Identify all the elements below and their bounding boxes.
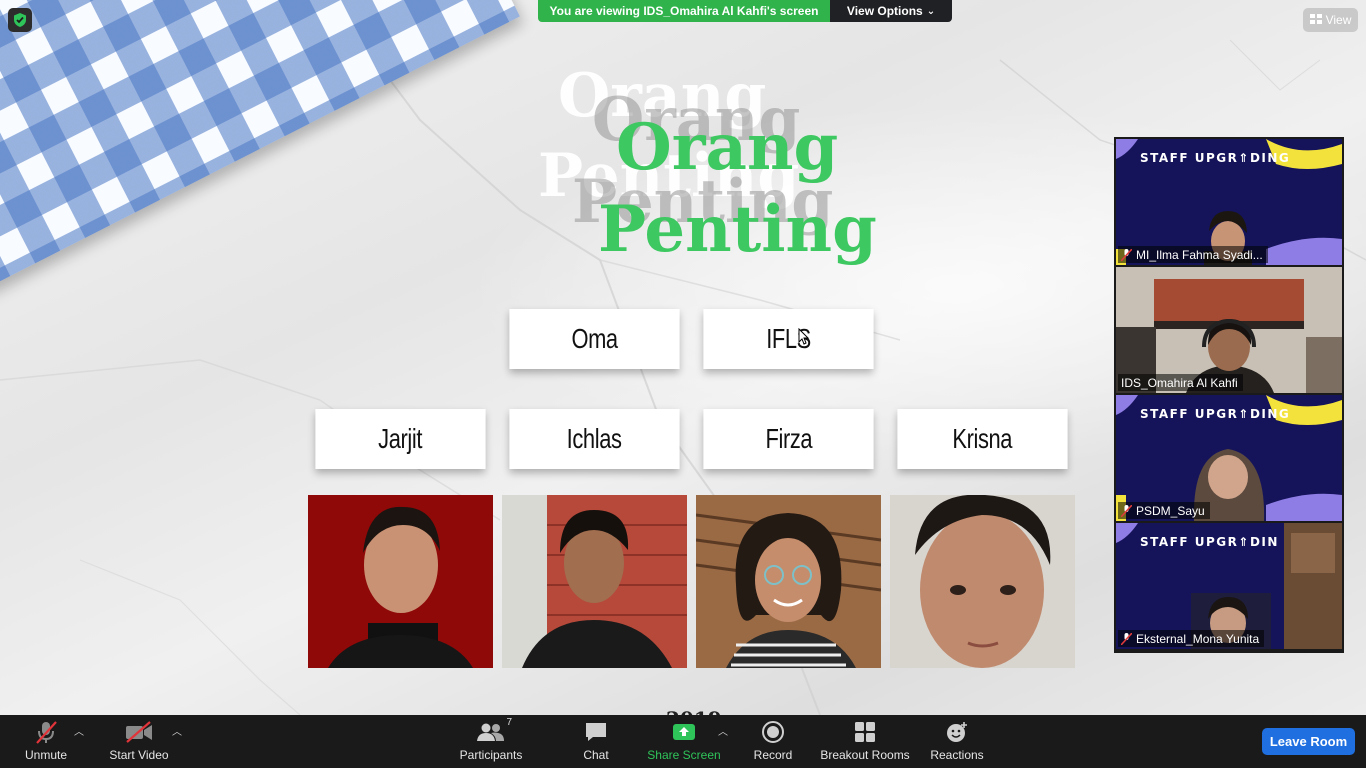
chat-button[interactable]: Chat <box>576 715 616 768</box>
name-card-ichlas: Ichlas <box>509 409 680 469</box>
slide-title-line2: Penting <box>598 192 877 267</box>
view-options-button[interactable]: View Options ⌄ <box>830 0 952 22</box>
photo-firza <box>696 495 881 668</box>
name-card-label: Jarjit <box>378 423 423 454</box>
participants-button[interactable]: 7 Participants <box>456 715 526 768</box>
security-shield-icon[interactable] <box>8 8 32 32</box>
name-card-label: Ichlas <box>567 423 622 454</box>
photo-jarjit <box>308 495 493 668</box>
participant-name: Eksternal_Mona Yunita <box>1136 631 1260 646</box>
name-card-krisna: Krisna <box>897 409 1068 469</box>
participants-count: 7 <box>506 717 512 728</box>
viewing-banner: You are viewing IDS_Omahira Al Kahfi's s… <box>538 0 952 22</box>
video-options-caret[interactable]: ︿ <box>172 723 182 738</box>
name-card-jarjit: Jarjit <box>315 409 486 469</box>
staff-upgrading-banner: STAFF UPGR⇑DING <box>1140 151 1291 165</box>
grid-view-icon <box>1309 13 1322 27</box>
record-icon <box>758 719 788 745</box>
year-text-partial: 2019 <box>666 707 722 715</box>
participant-name: PSDM_Sayu <box>1136 503 1205 518</box>
photo-krisna <box>890 495 1075 668</box>
view-layout-button[interactable]: View <box>1303 8 1358 32</box>
name-card-firza: Firza <box>703 409 874 469</box>
breakout-rooms-label: Breakout Rooms <box>820 748 910 762</box>
participant-name-tag: PSDM_Sayu <box>1118 502 1210 519</box>
participant-tile-mona[interactable]: STAFF UPGR⇑DIN Eksternal_Mona Yunita <box>1116 523 1342 649</box>
leave-room-button[interactable]: Leave Room <box>1262 728 1355 755</box>
record-button[interactable]: Record <box>750 715 796 768</box>
record-label: Record <box>753 748 793 762</box>
audio-options-caret[interactable]: ︿ <box>74 723 84 738</box>
staff-upgrading-banner: STAFF UPGR⇑DIN <box>1140 535 1279 549</box>
name-card-oma: Oma <box>509 309 680 369</box>
participants-label: Participants <box>459 748 523 762</box>
participant-name-tag: Eksternal_Mona Yunita <box>1118 630 1265 647</box>
mic-muted-icon <box>1120 247 1133 262</box>
share-screen-button[interactable]: Share Screen <box>646 715 722 768</box>
participants-icon: 7 <box>476 717 512 745</box>
reactions-button[interactable]: Reactions <box>928 715 986 768</box>
viewing-message: You are viewing IDS_Omahira Al Kahfi's s… <box>538 0 830 22</box>
view-label: View <box>1325 13 1352 27</box>
name-card-ifls: IFLS <box>703 309 874 369</box>
staff-upgrading-banner: STAFF UPGR⇑DING <box>1140 407 1291 421</box>
meeting-toolbar: Unmute ︿ Start Video ︿ 7 Participants Ch… <box>0 715 1366 768</box>
chat-label: Chat <box>583 748 609 762</box>
share-screen-label: Share Screen <box>647 748 721 762</box>
name-card-label: Firza <box>765 423 812 454</box>
microphone-muted-icon <box>31 719 61 745</box>
mic-muted-icon <box>1120 503 1133 518</box>
participant-name-tag: IDS_Omahira Al Kahfi <box>1118 374 1243 391</box>
share-options-caret[interactable]: ︿ <box>718 723 728 738</box>
unmute-label: Unmute <box>24 748 68 762</box>
participant-name: IDS_Omahira Al Kahfi <box>1121 375 1238 390</box>
camera-off-icon <box>124 719 154 745</box>
view-options-label: View Options <box>846 4 923 18</box>
chevron-down-icon: ⌄ <box>926 5 936 17</box>
slide-title-line1: Orang <box>616 110 839 185</box>
smiley-reaction-icon <box>942 719 972 745</box>
reactions-label: Reactions <box>930 748 984 762</box>
mic-muted-icon <box>1120 631 1133 646</box>
photo-ichlas <box>502 495 687 668</box>
breakout-rooms-icon <box>850 719 880 745</box>
participant-tile-sayu[interactable]: STAFF UPGR⇑DING PSDM_Sayu <box>1116 395 1342 521</box>
unmute-button[interactable]: Unmute <box>18 715 74 768</box>
participant-gallery: STAFF UPGR⇑DING MI_Ilma Fahma Syadi... I… <box>1114 137 1344 653</box>
name-card-label: Krisna <box>952 423 1013 454</box>
start-video-button[interactable]: Start Video <box>104 715 174 768</box>
chat-bubble-icon <box>581 719 611 745</box>
participant-tile-ilma[interactable]: STAFF UPGR⇑DING MI_Ilma Fahma Syadi... <box>1116 139 1342 265</box>
breakout-rooms-button[interactable]: Breakout Rooms <box>818 715 912 768</box>
mouse-cursor-icon <box>798 328 810 345</box>
share-screen-icon <box>669 719 699 745</box>
participant-name: MI_Ilma Fahma Syadi... <box>1136 247 1263 262</box>
participant-tile-omahira[interactable]: IDS_Omahira Al Kahfi <box>1116 267 1342 393</box>
name-card-label: Oma <box>571 323 618 354</box>
start-video-label: Start Video <box>109 748 169 762</box>
participant-name-tag: MI_Ilma Fahma Syadi... <box>1118 246 1268 263</box>
